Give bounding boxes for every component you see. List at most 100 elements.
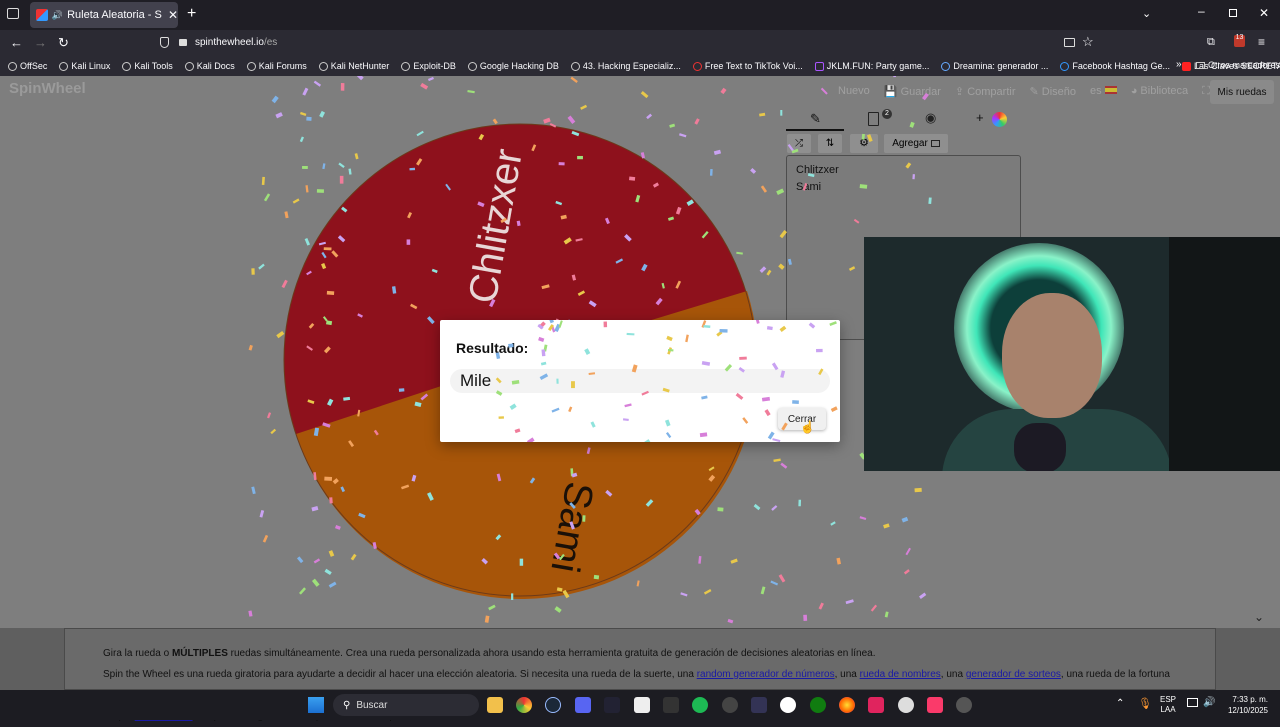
app-4k-icon[interactable]	[722, 697, 738, 713]
confetti-piece	[771, 505, 778, 511]
music-icon[interactable]	[927, 697, 943, 713]
confetti-piece	[331, 250, 339, 258]
app-g-icon[interactable]	[780, 697, 796, 713]
bookmark-item[interactable]: Dreamina: generador ...	[941, 61, 1048, 71]
volume-icon[interactable]: 🔊	[1203, 697, 1215, 708]
tiktok-icon	[692, 61, 702, 71]
other-bookmarks[interactable]: Otros marcadores	[1196, 60, 1280, 70]
link-raffle[interactable]: generador de sorteos	[966, 669, 1061, 680]
tab-overflow-chevron-icon[interactable]: ⌄	[1142, 7, 1151, 20]
confetti-piece	[787, 143, 794, 152]
bookmark-star-icon[interactable]: ☆	[1082, 34, 1094, 50]
confetti-piece	[316, 189, 324, 193]
chrome-icon[interactable]	[516, 697, 532, 713]
bookmark-label: Facebook Hashtag Ge...	[1072, 61, 1170, 71]
confetti-piece	[373, 429, 379, 436]
window-close-icon[interactable]: ✕	[1259, 6, 1269, 20]
url-bar[interactable]: spinthewheel.io/es	[195, 37, 277, 48]
bookmark-item[interactable]: Kali NetHunter	[318, 61, 389, 71]
minimize-icon[interactable]: –	[1198, 4, 1205, 18]
confetti-piece	[640, 91, 649, 99]
taskbar-search-box[interactable]: ⚲ Buscar	[333, 694, 479, 716]
confetti-piece	[554, 606, 562, 613]
speaker-icon[interactable]: 🔊	[52, 10, 63, 21]
bookmark-item[interactable]: Kali Linux	[59, 61, 110, 71]
confetti-piece	[302, 165, 308, 170]
confetti-piece	[720, 87, 727, 95]
microphone-icon[interactable]: 🎙	[1138, 697, 1152, 710]
confetti-piece	[679, 133, 687, 138]
tab-title: Ruleta Aleatoria - Selector	[67, 9, 162, 21]
back-icon[interactable]: ←	[10, 35, 23, 50]
confetti-piece	[776, 188, 785, 195]
recorder-icon[interactable]	[956, 697, 972, 713]
bookmark-item[interactable]: Kali Docs	[184, 61, 235, 71]
tiktok-icon[interactable]	[868, 697, 884, 713]
input-language[interactable]: ESP LAA	[1160, 695, 1176, 715]
reader-view-icon[interactable]	[1064, 38, 1075, 47]
confetti-piece	[905, 547, 911, 556]
bookmark-item[interactable]: Facebook Hashtag Ge...	[1060, 61, 1170, 71]
extensions-icon[interactable]: ⧉	[1207, 36, 1215, 49]
file-explorer-icon[interactable]	[487, 697, 503, 713]
confetti-piece	[701, 231, 709, 239]
globe-icon	[8, 61, 17, 71]
tab-close-icon[interactable]: ✕	[168, 8, 178, 22]
confetti-piece	[338, 162, 345, 169]
bookmark-item[interactable]: 43. Hacking Especializ...	[570, 61, 681, 71]
confetti-piece	[780, 370, 786, 378]
restore-icon[interactable]	[1229, 9, 1237, 17]
confetti-piece	[350, 553, 357, 561]
app-icon[interactable]	[604, 697, 620, 713]
confetti-piece	[866, 134, 873, 142]
discord-icon[interactable]	[575, 697, 591, 713]
bookmark-item[interactable]: Free Text to TikTok Voi...	[692, 61, 803, 71]
bookmark-label: OffSec	[20, 61, 48, 71]
browser-tab-active[interactable]: 🔊 Ruleta Aleatoria - Selector ✕	[30, 2, 178, 28]
new-tab-icon[interactable]: +	[187, 5, 196, 23]
bookmark-item[interactable]: JKLM.FUN: Party game...	[814, 61, 929, 71]
firefox-icon[interactable]	[839, 697, 855, 713]
bookmark-item[interactable]: Google Hacking DB	[467, 61, 559, 71]
obs-icon[interactable]	[898, 697, 914, 713]
reload-icon[interactable]: ↻	[58, 35, 69, 51]
confetti-piece	[313, 427, 320, 437]
confetti-piece	[628, 176, 636, 181]
network-icon[interactable]	[1187, 698, 1198, 707]
forward-icon[interactable]: →	[34, 35, 47, 50]
search-placeholder: Buscar	[356, 699, 388, 711]
capcut-icon[interactable]	[634, 697, 650, 713]
link-random-numbers[interactable]: random generador de números	[697, 669, 835, 680]
app-menu-icon[interactable]: ≡	[1258, 35, 1265, 49]
clock-time: 7:33 p. m.	[1232, 695, 1268, 704]
xbox-icon[interactable]	[810, 697, 826, 713]
confetti-piece	[667, 216, 675, 221]
confetti-piece	[306, 270, 312, 276]
clock[interactable]: 7:33 p. m. 12/10/2025	[1222, 694, 1268, 716]
scroll-down-chevron-icon[interactable]: ⌄	[1254, 610, 1264, 624]
confetti-piece	[323, 247, 332, 251]
confetti-piece	[848, 266, 856, 271]
confetti-piece	[560, 214, 567, 220]
bookmark-item[interactable]: OffSec	[8, 61, 47, 71]
bookmark-item[interactable]: Kali Tools	[122, 61, 173, 71]
link-names-wheel[interactable]: rueda de nombres	[860, 669, 941, 680]
bookmark-item[interactable]: Kali Forums	[246, 61, 307, 71]
mobile-app-icon[interactable]	[751, 697, 767, 713]
confetti-piece	[636, 580, 640, 587]
extension-badge-icon[interactable]: 13	[1234, 34, 1245, 47]
spotify-icon[interactable]	[692, 697, 708, 713]
bookmarks-overflow-icon[interactable]: »	[1176, 59, 1182, 70]
tab-list-icon[interactable]	[7, 8, 19, 19]
steam-icon[interactable]	[545, 697, 561, 713]
confetti-piece	[727, 618, 734, 624]
epic-games-icon[interactable]	[663, 697, 679, 713]
confetti-piece	[324, 568, 332, 576]
start-windows-icon[interactable]	[308, 697, 324, 713]
tray-overflow-icon[interactable]: ⌃	[1116, 698, 1124, 709]
confetti-piece	[703, 589, 712, 595]
confetti-piece	[334, 524, 341, 530]
bookmark-item[interactable]: Exploit-DB	[401, 61, 456, 71]
shield-icon[interactable]	[160, 37, 169, 48]
lock-icon[interactable]	[179, 39, 187, 46]
